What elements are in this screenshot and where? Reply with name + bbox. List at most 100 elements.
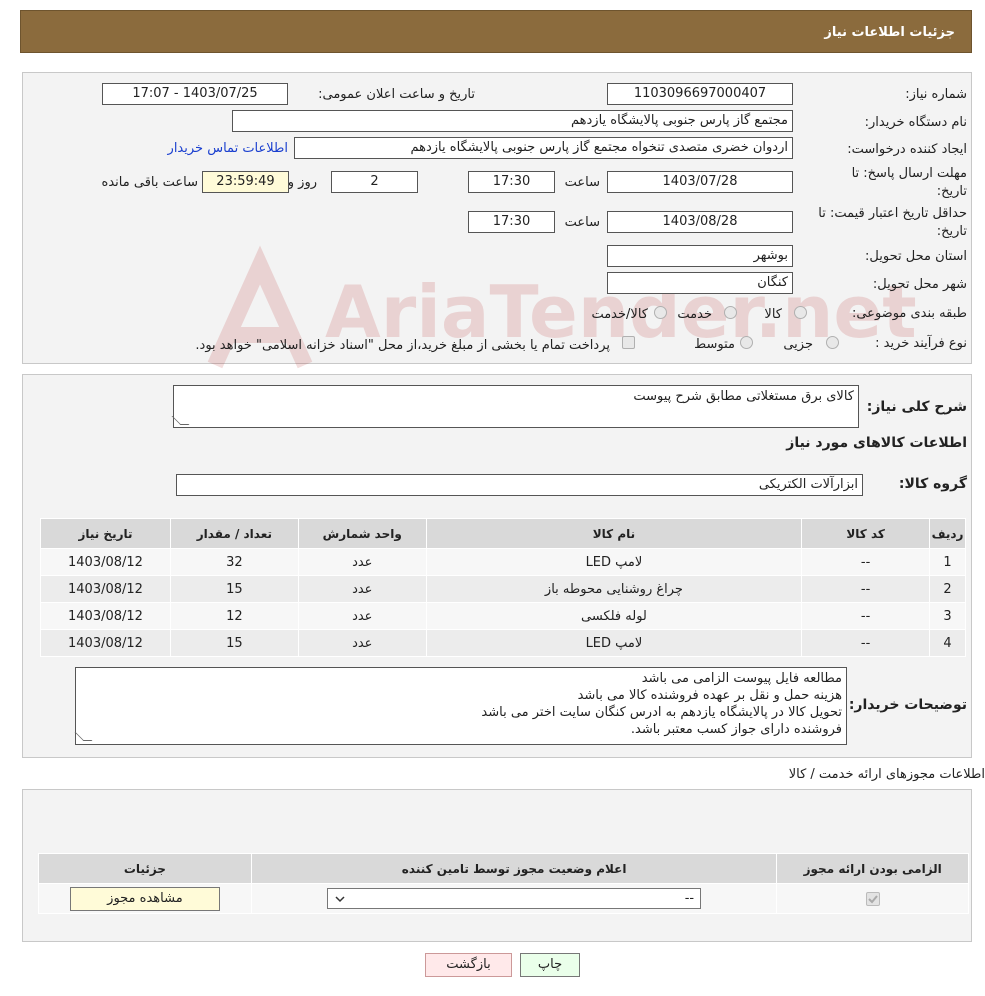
description-text: کالای برق مستغلاتی مطابق شرح پیوست (633, 389, 854, 404)
requester-label: ایجاد کننده درخواست: (847, 142, 967, 157)
back-button[interactable]: بازگشت (425, 953, 512, 977)
process-note: پرداخت تمام یا بخشی از مبلغ خرید،از محل … (195, 338, 610, 353)
cell-name: چراغ روشنایی محوطه باز (425, 575, 803, 603)
process-partial-label: جزیی (783, 337, 813, 352)
table-row: 3 -- لوله فلکسی عدد 12 1403/08/12 (40, 602, 966, 630)
deadline-label-date: تاریخ: (936, 184, 967, 199)
print-button[interactable]: چاپ (520, 953, 580, 977)
need-number-field: 1103096697000407 (607, 83, 793, 105)
check-icon (867, 894, 878, 903)
permits-title: اطلاعات مجوزهای ارائه خدمت / کالا (788, 767, 985, 782)
deadline-time-field: 17:30 (468, 171, 555, 193)
cell-date: 1403/08/12 (40, 629, 171, 657)
buyer-notes-textarea: مطالعه فایل پیوست الزامی می باشد هزینه ح… (74, 667, 847, 745)
validity-date-field: 1403/08/28 (607, 211, 793, 233)
col-unit-header: واحد شمارش (297, 518, 427, 549)
province-label: استان محل تحویل: (865, 249, 967, 264)
buyer-org-field: مجتمع گاز پارس جنوبی پالایشگاه یازدهم (232, 110, 793, 132)
cell-date: 1403/08/12 (40, 575, 171, 603)
goods-group-field: ابزارآلات الکتریکی (176, 474, 863, 496)
cell-permit-details: مشاهده مجوز (38, 883, 252, 914)
validity-label-date: تاریخ: (936, 224, 967, 239)
process-medium-radio[interactable] (740, 336, 753, 349)
category-both-label: کالا/خدمت (591, 307, 648, 322)
category-service-radio[interactable] (724, 306, 737, 319)
chevron-down-icon (335, 896, 345, 903)
col-name-header: نام کالا (425, 518, 803, 549)
cell-qty: 15 (169, 629, 299, 657)
announce-label: تاریخ و ساعت اعلان عمومی: (318, 87, 475, 102)
cell-qty: 12 (169, 602, 299, 630)
col-permit-required-header: الزامی بودن ارائه مجوز (776, 853, 969, 884)
col-permit-status-header: اعلام وضعیت مجوز توسط تامین کننده (250, 853, 778, 884)
cell-name: لامپ LED (425, 548, 803, 576)
cell-date: 1403/08/12 (40, 548, 171, 576)
col-permit-details-header: جزئیات (38, 853, 252, 884)
permit-status-select[interactable]: -- (327, 888, 702, 909)
cell-permit-status: -- (250, 883, 778, 914)
cell-code: -- (801, 602, 931, 630)
page-title: جزئیات اطلاعات نیاز (824, 25, 955, 40)
need-number-label: شماره نیاز: (905, 87, 967, 102)
deadline-date-field: 1403/07/28 (607, 171, 793, 193)
buyer-note-line: هزینه حمل و نقل بر عهده فروشنده کالا می … (577, 688, 842, 703)
cell-code: -- (801, 548, 931, 576)
table-row: 1 -- لامپ LED عدد 32 1403/08/12 (40, 548, 966, 576)
col-date-header: تاریخ نیاز (40, 518, 171, 549)
cell-qty: 32 (169, 548, 299, 576)
deadline-label: مهلت ارسال پاسخ: تا (851, 166, 967, 181)
category-goods-radio[interactable] (794, 306, 807, 319)
goods-group-label: گروه کالا: (898, 476, 967, 492)
description-textarea: کالای برق مستغلاتی مطابق شرح پیوست (171, 385, 859, 428)
validity-label: حداقل تاریخ اعتبار قیمت: تا (818, 206, 967, 221)
cell-row: 4 (929, 629, 966, 657)
description-label: شرح کلی نیاز: (866, 399, 967, 415)
days-field: 2 (331, 171, 418, 193)
permit-required-checkbox[interactable] (865, 891, 880, 906)
category-label: طبقه بندی موضوعی: (851, 306, 967, 321)
cell-name: لامپ LED (425, 629, 803, 657)
cell-date: 1403/08/12 (40, 602, 171, 630)
validity-time-field: 17:30 (468, 211, 555, 233)
requester-field: اردوان خضری متصدی تنخواه مجتمع گاز پارس … (294, 137, 793, 159)
remaining-time-field: 23:59:49 (202, 171, 289, 193)
cell-unit: عدد (297, 548, 427, 576)
process-partial-radio[interactable] (826, 336, 839, 349)
announce-field: 1403/07/25 - 17:07 (102, 83, 288, 105)
view-permit-button[interactable]: مشاهده مجوز (69, 886, 220, 911)
deadline-time-label: ساعت (564, 175, 600, 190)
cell-unit: عدد (297, 602, 427, 630)
contact-buyer-link[interactable]: اطلاعات تماس خریدار (168, 141, 288, 156)
treasury-checkbox[interactable] (622, 336, 635, 349)
category-goods-label: کالا (764, 307, 782, 322)
resize-grip-icon[interactable] (171, 416, 190, 425)
category-both-radio[interactable] (654, 306, 667, 319)
cell-permit-required (776, 883, 969, 914)
cell-unit: عدد (297, 629, 427, 657)
permits-table: الزامی بودن ارائه مجوز اعلام وضعیت مجوز … (38, 853, 969, 914)
cell-unit: عدد (297, 575, 427, 603)
process-medium-label: متوسط (694, 337, 735, 352)
table-row: 2 -- چراغ روشنایی محوطه باز عدد 15 1403/… (40, 575, 966, 603)
table-row: -- مشاهده مجوز (38, 883, 969, 914)
col-qty-header: تعداد / مقدار (169, 518, 299, 549)
remaining-label: ساعت باقی مانده (101, 175, 198, 190)
cell-code: -- (801, 575, 931, 603)
process-label: نوع فرآیند خرید : (875, 336, 967, 351)
buyer-org-label: نام دستگاه خریدار: (864, 115, 967, 130)
days-label: روز و (287, 175, 317, 190)
page-title-bar: جزئیات اطلاعات نیاز (20, 10, 972, 53)
cell-name: لوله فلکسی (425, 602, 803, 630)
city-field: کنگان (607, 272, 793, 294)
table-row: 4 -- لامپ LED عدد 15 1403/08/12 (40, 629, 966, 657)
cell-qty: 15 (169, 575, 299, 603)
col-row-header: ردیف (929, 518, 966, 549)
cell-row: 3 (929, 602, 966, 630)
category-service-label: خدمت (677, 307, 712, 322)
buyer-note-line: فروشنده دارای جواز کسب معتبر باشد. (630, 722, 842, 737)
cell-row: 1 (929, 548, 966, 576)
goods-section-title: اطلاعات کالاهای مورد نیاز (786, 435, 967, 451)
province-field: بوشهر (607, 245, 793, 267)
city-label: شهر محل تحویل: (872, 277, 967, 292)
buyer-notes-label: توضیحات خریدار: (848, 697, 967, 713)
